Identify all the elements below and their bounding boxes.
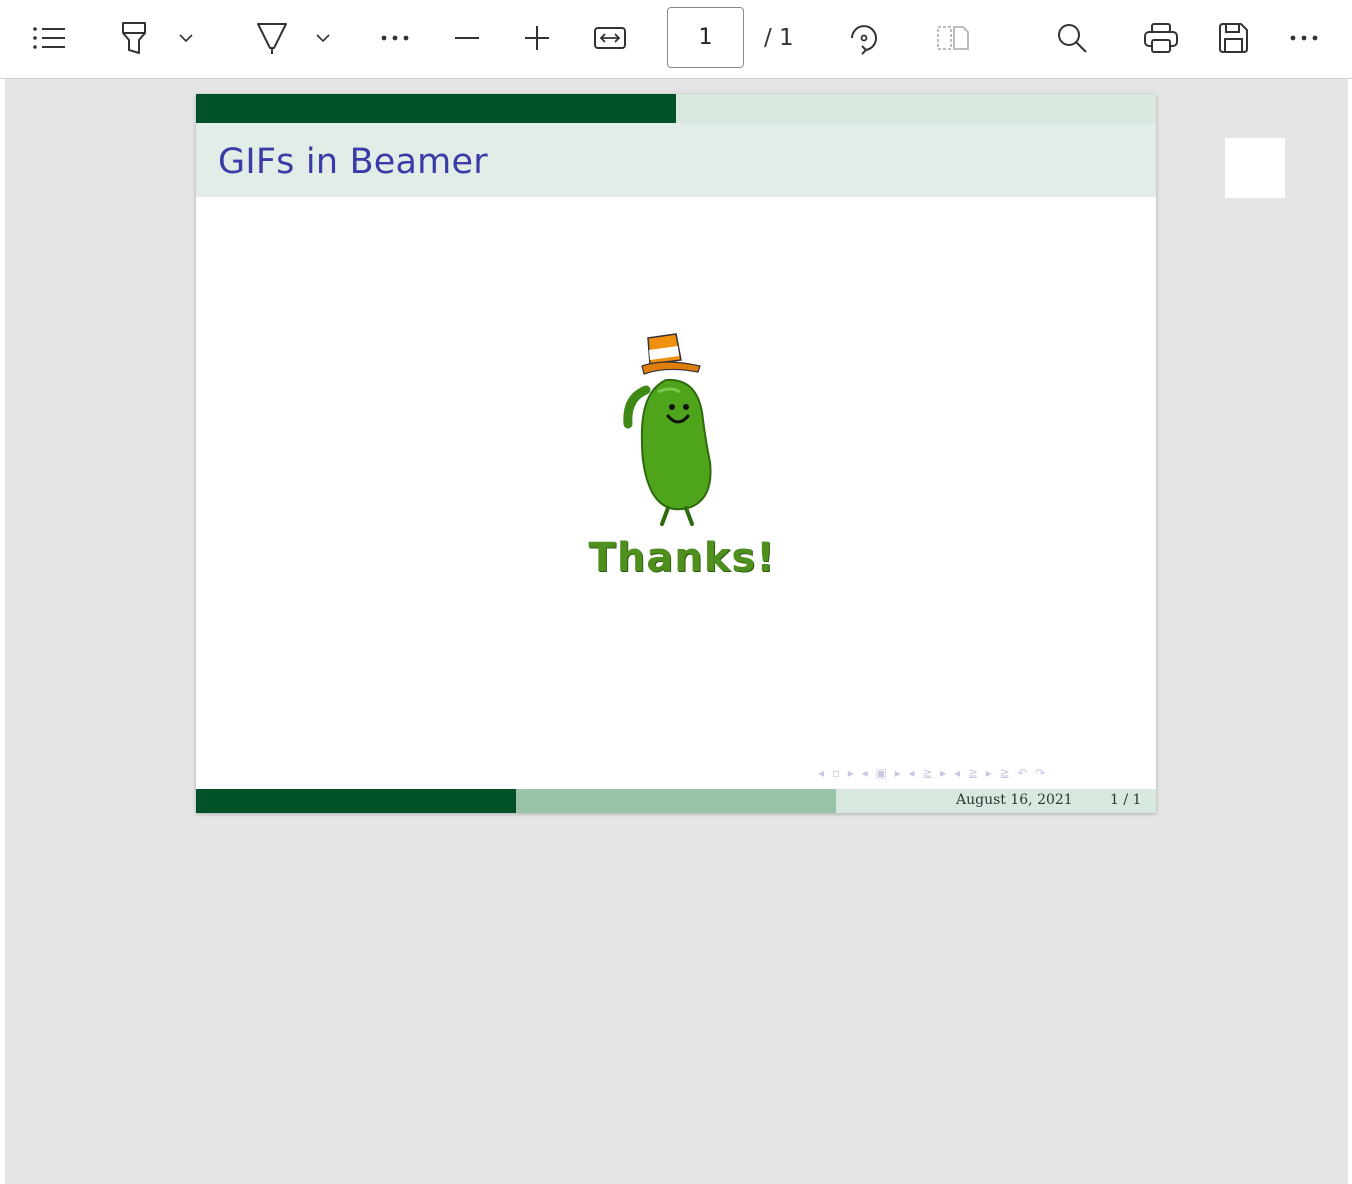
printer-icon[interactable] — [1140, 19, 1182, 57]
pdf-toolbar: / 1 — [0, 0, 1352, 79]
bean-character-image — [623, 333, 712, 526]
pdf-page: GIFs in Beamer Thanks! ◂ ▫ ▸ ◂ ▣ ▸ ◂ ≧ ▸… — [196, 94, 1156, 813]
slide-title: GIFs in Beamer — [218, 142, 488, 182]
page-total: / 1 — [764, 25, 794, 51]
draw-options-chevron-icon[interactable] — [309, 19, 337, 57]
save-icon[interactable] — [1213, 19, 1253, 57]
beamer-navigation-symbols[interactable]: ◂ ▫ ▸ ◂ ▣ ▸ ◂ ≧ ▸ ◂ ≧ ▸ ≧ ↶ ↷ — [818, 766, 1047, 780]
image-caption: Thanks! — [588, 535, 776, 581]
highlighter-icon[interactable] — [112, 19, 156, 57]
rotate-icon[interactable] — [843, 19, 885, 57]
highlight-options-chevron-icon[interactable] — [172, 19, 200, 57]
page-number-input[interactable] — [667, 7, 744, 68]
footer-date: August 16, 2021 — [956, 792, 1073, 808]
progress-bar-fill — [196, 94, 676, 123]
floating-panel-placeholder — [1225, 138, 1285, 198]
page-view-icon[interactable] — [932, 19, 974, 57]
footer-author-section — [196, 789, 516, 813]
footer-page-number: 1 / 1 — [1110, 792, 1142, 808]
zoom-out-icon[interactable] — [448, 19, 486, 57]
overflow-menu-icon[interactable] — [1285, 19, 1323, 57]
fit-width-icon[interactable] — [589, 19, 631, 57]
zoom-in-icon[interactable] — [518, 19, 556, 57]
pen-icon[interactable] — [250, 19, 294, 57]
more-tools-icon[interactable] — [376, 19, 414, 57]
footer-title-section — [516, 789, 836, 813]
table-of-contents-icon[interactable] — [28, 19, 70, 57]
search-icon[interactable] — [1052, 19, 1092, 57]
